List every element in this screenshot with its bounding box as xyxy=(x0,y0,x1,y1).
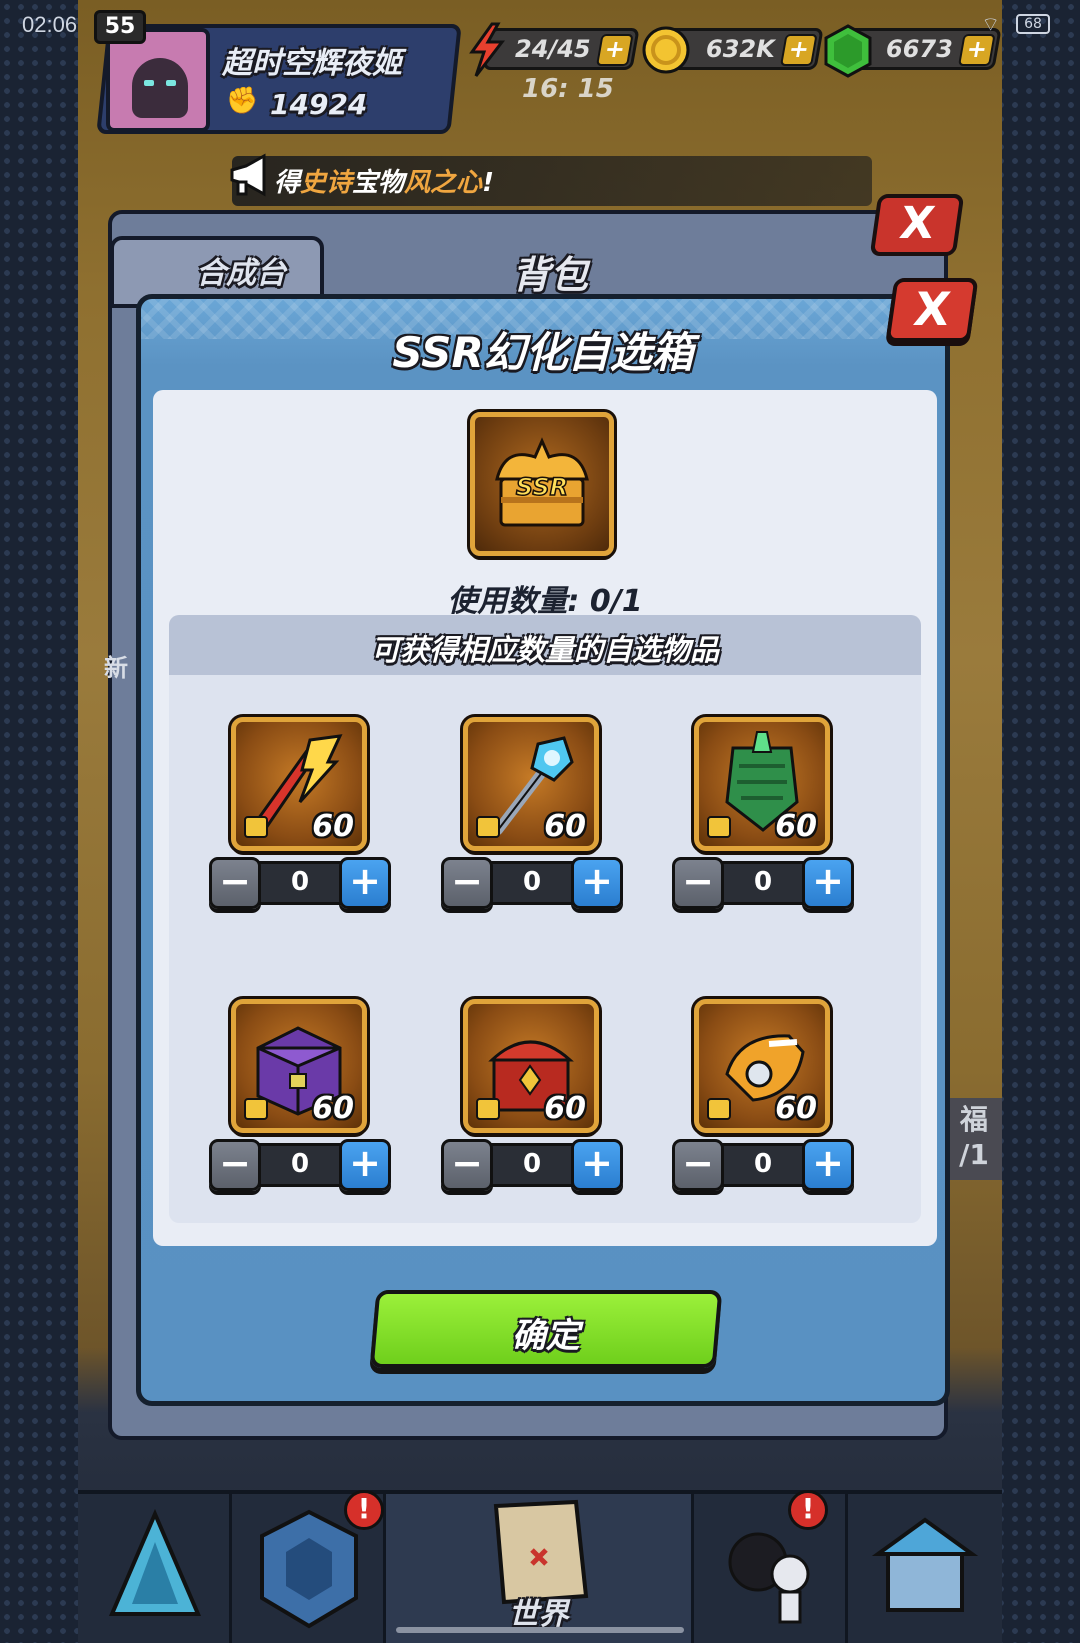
bottom-navigation: ! 世界 ! xyxy=(78,1490,1002,1643)
quantity-stepper: 0 − + xyxy=(441,857,623,909)
notification-badge: ! xyxy=(788,1490,828,1530)
nav-rune[interactable]: ! xyxy=(232,1490,386,1643)
item-quantity: 60 xyxy=(544,1091,586,1126)
item-quantity: 60 xyxy=(312,1091,354,1126)
avatar-eye xyxy=(144,80,154,86)
confirm-label: 确定 xyxy=(511,1316,580,1356)
avatar-face xyxy=(132,58,188,118)
ssr-chest-icon: SSR xyxy=(467,409,617,559)
notification-badge: ! xyxy=(344,1490,384,1530)
decrease-button[interactable]: − xyxy=(672,857,724,909)
megaphone-icon xyxy=(230,153,266,197)
welfare-side-button[interactable]: 福 /1 xyxy=(946,1098,1002,1180)
item-quantity: 60 xyxy=(312,809,354,844)
fragment-icon xyxy=(707,1098,731,1120)
increase-button[interactable]: + xyxy=(802,1139,854,1191)
broadcast-text: 得史诗宝物风之心! xyxy=(274,162,494,199)
confirm-button[interactable]: 确定 xyxy=(369,1290,723,1368)
system-status-bar: 02:06 ⌔ 68 xyxy=(0,0,1080,50)
broadcast-prefix: 得 xyxy=(274,168,301,198)
green-shield-icon: 60 xyxy=(691,714,833,854)
purple-chest-icon: 60 xyxy=(228,996,370,1136)
item-lightning-spear[interactable]: 60 0 − + xyxy=(209,714,391,917)
fragment-icon xyxy=(707,816,731,838)
gesture-bar xyxy=(396,1627,684,1633)
item-quantity: 60 xyxy=(544,809,586,844)
power-fist-icon: ✊ xyxy=(226,86,259,116)
red-chest-icon: 60 xyxy=(460,996,602,1136)
item-quantity: 60 xyxy=(775,1091,817,1126)
use-count-label: 使用数量: 0/1 xyxy=(447,584,643,619)
golden-gauntlet-icon: 60 xyxy=(691,996,833,1136)
clock: 02:06 xyxy=(22,12,78,37)
item-golden-gauntlet[interactable]: 60 0 − + xyxy=(672,996,854,1199)
quantity-stepper: 0 − + xyxy=(441,1139,623,1191)
decrease-button[interactable]: − xyxy=(209,1139,261,1191)
item-grid: 60 0 − + 60 0 − + 60 0 − + 60 0 − + 60 0… xyxy=(169,675,921,1223)
dialog-content: SSR 使用数量: 0/1 可获得相应数量的自选物品 60 0 − + 60 0… xyxy=(153,390,937,1246)
increase-button[interactable]: + xyxy=(802,857,854,909)
reward-hint-text: 可获得相应数量的自选物品 xyxy=(370,633,719,667)
reward-hint-header: 可获得相应数量的自选物品 xyxy=(169,615,921,675)
increase-button[interactable]: + xyxy=(339,1139,391,1191)
item-red-chest[interactable]: 60 0 − + xyxy=(441,996,623,1199)
decrease-button[interactable]: − xyxy=(209,857,261,909)
side-label: 新 xyxy=(104,654,128,682)
player-power: 14924 xyxy=(270,88,368,121)
broadcast-rarity: 史诗 xyxy=(300,168,353,198)
welfare-label: 福 xyxy=(959,1103,988,1136)
decrease-button[interactable]: − xyxy=(672,1139,724,1191)
quantity-stepper: 0 − + xyxy=(209,857,391,909)
ssr-choice-box-dialog: SSR幻化自选箱 SSR 使用数量: 0/1 可获得相应数量的自选物品 60 0… xyxy=(136,294,950,1406)
welfare-sub: /1 xyxy=(959,1138,989,1171)
item-quantity: 60 xyxy=(775,809,817,844)
decrease-button[interactable]: − xyxy=(441,857,493,909)
fragment-icon xyxy=(476,1098,500,1120)
quantity-stepper: 0 − + xyxy=(209,1139,391,1191)
ice-staff-icon: 60 xyxy=(460,714,602,854)
broadcast-middle: 宝物 xyxy=(352,168,405,198)
ssr-badge-text: SSR xyxy=(516,473,568,501)
crystal-ship-icon xyxy=(108,1508,202,1616)
broadcast-suffix: ! xyxy=(482,168,494,198)
increase-button[interactable]: + xyxy=(571,1139,623,1191)
increase-button[interactable]: + xyxy=(339,857,391,909)
bag-title: 背包 xyxy=(512,253,589,297)
broadcast-item: 风之心 xyxy=(404,168,483,198)
avatar-eye xyxy=(166,80,176,86)
energy-timer: 16: 15 xyxy=(522,74,614,104)
nav-world[interactable]: 世界 xyxy=(386,1494,694,1643)
item-green-scale-shield[interactable]: 60 0 − + xyxy=(672,714,854,917)
battery-indicator: 68 xyxy=(1016,14,1050,34)
decrease-button[interactable]: − xyxy=(441,1139,493,1191)
fragment-icon xyxy=(476,816,500,838)
dialog-title: SSR幻化自选箱 xyxy=(392,328,694,377)
lightning-spear-icon: 60 xyxy=(228,714,370,854)
quantity-stepper: 0 − + xyxy=(672,857,854,909)
quantity-stepper: 0 − + xyxy=(672,1139,854,1191)
bag-close-button[interactable]: X xyxy=(869,194,965,256)
wifi-icon: ⌔ xyxy=(981,12,1000,36)
fragment-icon xyxy=(244,816,268,838)
ssr-chest-art: SSR xyxy=(495,437,589,527)
broadcast-ticker: 得史诗宝物风之心! xyxy=(232,156,872,206)
increase-button[interactable]: + xyxy=(571,857,623,909)
fragment-icon xyxy=(244,1098,268,1120)
shop-house-icon xyxy=(871,1517,979,1612)
nav-character[interactable]: ! xyxy=(694,1490,848,1643)
dialog-close-button[interactable]: X xyxy=(885,278,979,342)
item-purple-chest[interactable]: 60 0 − + xyxy=(209,996,391,1199)
tab-crafting-label: 合成台 xyxy=(196,256,286,291)
nav-shop[interactable] xyxy=(848,1494,1002,1643)
item-ice-staff[interactable]: 60 0 − + xyxy=(441,714,623,917)
nav-hero[interactable] xyxy=(78,1494,232,1643)
